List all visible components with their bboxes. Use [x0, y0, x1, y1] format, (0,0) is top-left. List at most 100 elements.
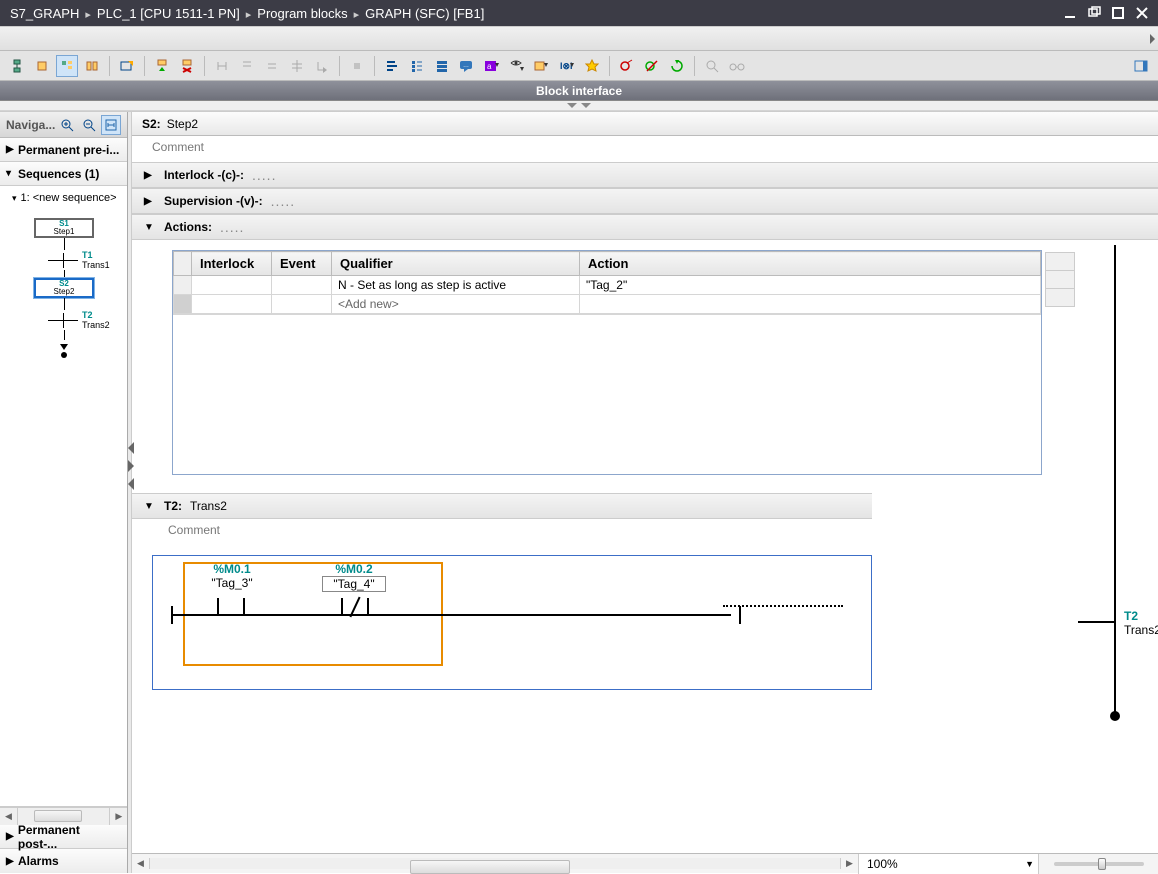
- maximize-button[interactable]: [1108, 4, 1128, 22]
- list-blue-icon[interactable]: [406, 55, 428, 77]
- actions-table[interactable]: Interlock Event Qualifier Action N - Set…: [172, 250, 1042, 475]
- comment-toggle-icon[interactable]: …: [456, 55, 478, 77]
- preview-trans2[interactable]: T2Trans2: [48, 310, 121, 330]
- trans-comment[interactable]: Comment: [132, 519, 1158, 545]
- minimize-button[interactable]: [1060, 4, 1080, 22]
- step-comment[interactable]: Comment: [132, 136, 1158, 162]
- navigation-panel: Naviga... ▶ Permanent pre-i... ▾ Sequenc…: [0, 112, 128, 873]
- preview-trans1[interactable]: T1Trans1: [48, 250, 121, 270]
- contact1-labels: %M0.1 "Tag_3": [197, 562, 267, 590]
- svg-text:I⊗I: I⊗I: [560, 61, 573, 71]
- jump-icon[interactable]: [311, 55, 333, 77]
- glasses-icon[interactable]: [726, 55, 748, 77]
- preview-step1[interactable]: S1 Step1: [34, 218, 94, 238]
- ladder-rung[interactable]: [171, 614, 731, 616]
- breadcrumb-item: S7_GRAPH: [10, 6, 79, 21]
- interlock-section[interactable]: ▶ Interlock -(c)-: .....: [132, 162, 1158, 188]
- ladder-network-box[interactable]: %M0.1 "Tag_3" %M0.2 "Tag_4": [152, 555, 872, 690]
- tag-info-icon[interactable]: [531, 55, 553, 77]
- toolbar-separator: [144, 56, 145, 76]
- branch-close-icon[interactable]: [236, 55, 258, 77]
- normally-open-contact[interactable]: [211, 598, 251, 616]
- trans-id-label: T2:: [164, 499, 182, 513]
- search-icon[interactable]: [701, 55, 723, 77]
- col-qualifier[interactable]: Qualifier: [332, 252, 580, 276]
- zoom-dropdown[interactable]: 100% ▼: [858, 854, 1038, 874]
- zoom-slider[interactable]: [1038, 854, 1158, 874]
- zoom-in-icon[interactable]: [57, 115, 77, 135]
- dock-right-icon[interactable]: [1130, 55, 1152, 77]
- new-network-icon[interactable]: [116, 55, 138, 77]
- col-interlock[interactable]: Interlock: [192, 252, 272, 276]
- block-interface-bar[interactable]: Block interface: [0, 81, 1158, 101]
- nav-horizontal-scrollbar[interactable]: ◀ ▶: [0, 807, 127, 825]
- view-step-detail-icon[interactable]: [56, 55, 78, 77]
- add-new-label[interactable]: <Add new>: [332, 295, 580, 314]
- symbol-toggle-icon[interactable]: [506, 55, 528, 77]
- insert-step-icon[interactable]: [151, 55, 173, 77]
- scroll-left-icon[interactable]: ◀: [132, 858, 150, 869]
- fit-view-icon[interactable]: [101, 115, 121, 135]
- block-interface-label: Block interface: [536, 84, 622, 98]
- chevron-right-icon: [242, 6, 256, 21]
- cross-ref-icon[interactable]: I⊗I: [556, 55, 578, 77]
- go-offline-icon[interactable]: [641, 55, 663, 77]
- nav-tree-item-label: 1: <new sequence>: [21, 192, 117, 204]
- table-empty-area[interactable]: [173, 314, 1041, 474]
- branch-open-icon[interactable]: [211, 55, 233, 77]
- chevron-down-icon: ▼: [144, 501, 156, 512]
- table-row-addnew[interactable]: <Add new>: [174, 295, 1041, 314]
- nav-tree-item-sequence[interactable]: ▾ 1: <new sequence>: [6, 190, 121, 206]
- table-row[interactable]: N - Set as long as step is active "Tag_2…: [174, 276, 1041, 295]
- actions-table-wrap: Interlock Event Qualifier Action N - Set…: [132, 240, 1158, 485]
- list-solid-icon[interactable]: [431, 55, 453, 77]
- scroll-left-icon[interactable]: ◀: [0, 808, 18, 825]
- interlock-label: Interlock -(c)-:: [164, 168, 244, 182]
- scrollbar-thumb[interactable]: [34, 810, 82, 822]
- nav-section-label: Permanent pre-i...: [18, 143, 119, 157]
- align-left-icon[interactable]: [381, 55, 403, 77]
- sync-icon[interactable]: [666, 55, 688, 77]
- horizontal-splitter[interactable]: [0, 101, 1158, 111]
- sequence-end-icon[interactable]: [346, 55, 368, 77]
- scrollbar-thumb[interactable]: [410, 860, 570, 874]
- transition-section[interactable]: ▼ T2: Trans2: [132, 493, 872, 519]
- nav-section-alarms[interactable]: ▶ Alarms: [0, 849, 127, 873]
- normally-closed-contact[interactable]: [335, 598, 375, 616]
- zoom-out-icon[interactable]: [79, 115, 99, 135]
- go-online-icon[interactable]: [616, 55, 638, 77]
- delete-step-icon[interactable]: [176, 55, 198, 77]
- slider-thumb[interactable]: [1098, 858, 1106, 870]
- supervision-section[interactable]: ▶ Supervision -(v)-: .....: [132, 188, 1158, 214]
- sequence-preview[interactable]: S1 Step1 T1Trans1 S2 Step2 T2Trans2: [0, 210, 127, 806]
- chevron-right-icon: ▶: [6, 144, 18, 155]
- view-sequence-icon[interactable]: [6, 55, 28, 77]
- chevron-down-icon: ▼: [1025, 859, 1034, 869]
- favorite-icon[interactable]: [581, 55, 603, 77]
- scroll-right-icon[interactable]: ▶: [840, 858, 858, 869]
- col-action[interactable]: Action: [580, 252, 1041, 276]
- simul-branch-open-icon[interactable]: [261, 55, 283, 77]
- view-single-step-icon[interactable]: [31, 55, 53, 77]
- simul-branch-close-icon[interactable]: [286, 55, 308, 77]
- col-event[interactable]: Event: [272, 252, 332, 276]
- cell-event[interactable]: [272, 276, 332, 295]
- cell-interlock[interactable]: [192, 276, 272, 295]
- editor-horizontal-scrollbar[interactable]: ◀ ▶: [132, 858, 858, 869]
- tab-strip: [0, 26, 1158, 51]
- cell-action[interactable]: "Tag_2": [580, 276, 1041, 295]
- svg-text:a: a: [487, 62, 492, 71]
- absolute-toggle-icon[interactable]: a: [481, 55, 503, 77]
- nav-section-post[interactable]: ▶ Permanent post-...: [0, 825, 127, 849]
- nav-section-sequences[interactable]: ▾ Sequences (1): [0, 162, 127, 186]
- close-button[interactable]: [1132, 4, 1152, 22]
- preview-step2[interactable]: S2 Step2: [34, 278, 94, 298]
- cell-qualifier[interactable]: N - Set as long as step is active: [332, 276, 580, 295]
- actions-section[interactable]: ▼ Actions: .....: [132, 214, 1158, 240]
- float-button[interactable]: [1084, 4, 1104, 22]
- view-split-icon[interactable]: [81, 55, 103, 77]
- breadcrumb-item: PLC_1 [CPU 1511-1 PN]: [97, 6, 240, 21]
- ellipsis-icon: .....: [271, 193, 295, 209]
- chevron-right-icon: [350, 6, 364, 21]
- nav-section-pre[interactable]: ▶ Permanent pre-i...: [0, 138, 127, 162]
